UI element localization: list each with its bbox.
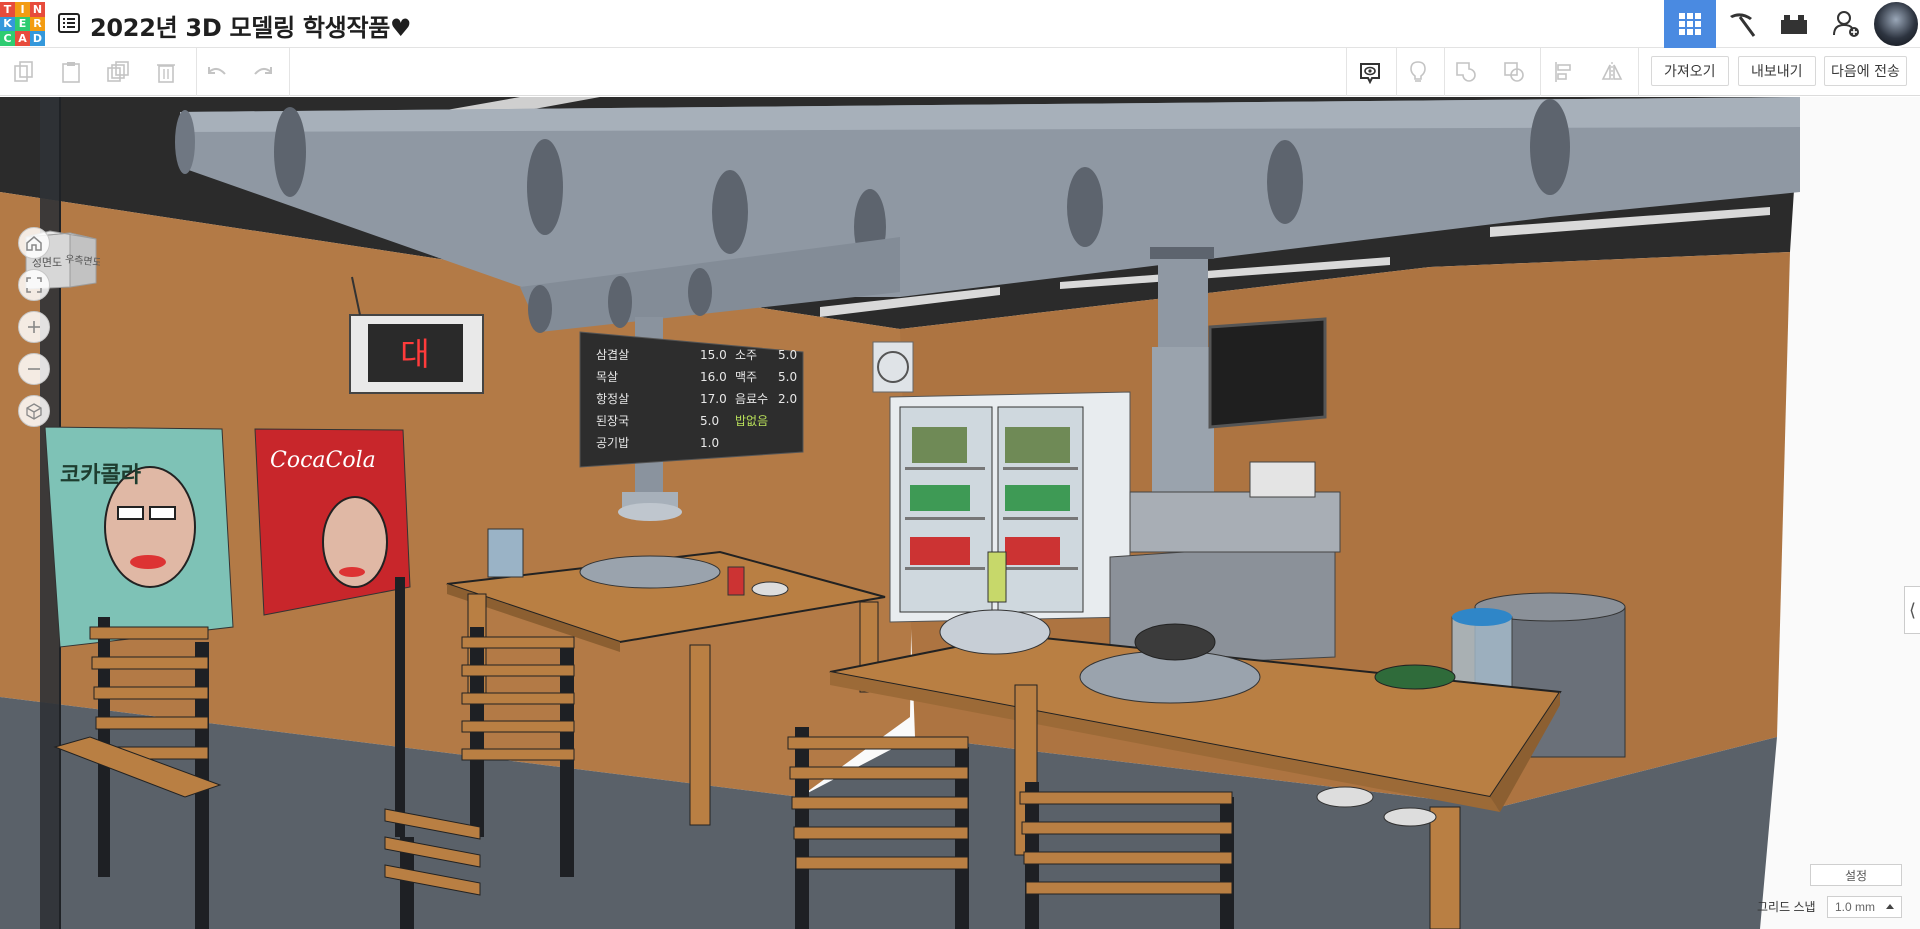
home-view-button[interactable] bbox=[18, 227, 50, 259]
menu-item-price: 15.0 bbox=[700, 348, 727, 362]
grid-snap-value: 1.0 mm bbox=[1835, 900, 1876, 914]
logo-letter: E bbox=[15, 16, 30, 32]
light-bulb-icon[interactable] bbox=[1404, 58, 1432, 86]
logo-letter: D bbox=[30, 31, 45, 46]
import-button[interactable]: 가져오기 bbox=[1651, 56, 1729, 86]
poster-right-text: CocaCola bbox=[270, 448, 376, 473]
grid-snap-select[interactable]: 1.0 mm bbox=[1827, 896, 1902, 918]
menu-item-name: 삼겹살 bbox=[596, 348, 629, 362]
zoom-in-icon bbox=[28, 321, 40, 333]
logo-letter: I bbox=[15, 2, 30, 17]
top-header: TINKERCAD 2022년 3D 모델링 학생작품♥ bbox=[0, 0, 1920, 48]
perspective-button[interactable] bbox=[18, 395, 50, 427]
zoom-out-button[interactable] bbox=[18, 353, 50, 385]
add-user-icon[interactable] bbox=[1820, 0, 1872, 48]
menu-item-name: 음료수 bbox=[735, 392, 768, 406]
duplicate-icon[interactable] bbox=[104, 58, 132, 86]
settings-button[interactable]: 설정 bbox=[1810, 864, 1902, 886]
logo-letter: R bbox=[30, 16, 45, 32]
zoom-out-icon bbox=[28, 368, 40, 370]
profile-avatar[interactable] bbox=[1872, 0, 1920, 48]
menu-item-price: 5.0 bbox=[778, 370, 797, 384]
group-icon[interactable] bbox=[1500, 58, 1528, 86]
design-list-icon[interactable] bbox=[58, 13, 80, 33]
align-icon[interactable] bbox=[1550, 58, 1578, 86]
shape-icon[interactable] bbox=[1452, 58, 1480, 86]
bricks-icon[interactable] bbox=[1768, 0, 1820, 48]
tinkercad-logo[interactable]: TINKERCAD bbox=[0, 2, 45, 46]
caret-up-icon bbox=[1886, 904, 1894, 909]
menu-item-name: 소주 bbox=[735, 348, 757, 362]
redo-icon[interactable] bbox=[249, 58, 277, 86]
logo-letter: K bbox=[0, 16, 15, 32]
sign-text: 대 bbox=[400, 335, 429, 373]
poster-left-text: 코카콜라 bbox=[60, 463, 142, 488]
chevron-left-icon: ⟨ bbox=[1908, 599, 1917, 620]
fit-view-button[interactable] bbox=[18, 269, 50, 301]
menu-item-price: 16.0 bbox=[700, 370, 727, 384]
menu-item-name: 목살 bbox=[596, 370, 618, 384]
workplane-viewport[interactable]: 대 삼겹살 15.0 소주 5.0 목살 16.0 맥주 5.0 항정살 17.0 음료수 2.0 된장… bbox=[0, 97, 1920, 929]
poster-right: CocaCola bbox=[254, 428, 411, 616]
grid-view-icon[interactable] bbox=[1664, 0, 1716, 48]
logo-letter: C bbox=[0, 31, 15, 46]
grid-snap-label: 그리드 스냅 bbox=[1757, 900, 1816, 914]
fit-view-icon bbox=[26, 277, 42, 293]
zoom-in-button[interactable] bbox=[18, 311, 50, 343]
send-to-button[interactable]: 다음에 전송 bbox=[1824, 56, 1907, 86]
home-icon bbox=[26, 236, 42, 251]
logo-letter: A bbox=[15, 31, 30, 46]
copy-icon[interactable] bbox=[10, 58, 38, 86]
menu-item-price: 1.0 bbox=[700, 436, 719, 450]
panel-collapse-handle[interactable]: ⟨ bbox=[1904, 586, 1920, 634]
export-button[interactable]: 내보내기 bbox=[1738, 56, 1816, 86]
avatar[interactable] bbox=[1872, 0, 1920, 48]
3d-scene[interactable]: 대 삼겹살 15.0 소주 5.0 목살 16.0 맥주 5.0 항정살 17.0 음료수 2.0 된장… bbox=[0, 97, 1920, 929]
menu-item-name: 된장국 bbox=[596, 414, 629, 428]
design-title[interactable]: 2022년 3D 모델링 학생작품♥ bbox=[90, 8, 412, 43]
notes-icon[interactable] bbox=[1356, 58, 1384, 86]
menu-item-name: 공기밥 bbox=[596, 436, 629, 450]
logo-letter: T bbox=[0, 2, 15, 17]
delete-icon[interactable] bbox=[152, 58, 180, 86]
poster-left: 코카콜라 bbox=[44, 426, 234, 648]
menu-item-price: 17.0 bbox=[700, 392, 727, 406]
edit-toolbar: 가져오기 내보내기 다음에 전송 bbox=[0, 48, 1920, 96]
mirror-icon[interactable] bbox=[1598, 58, 1626, 86]
perspective-icon bbox=[26, 403, 42, 420]
menu-item-price: 5.0 bbox=[700, 414, 719, 428]
beverage-fridge bbox=[889, 391, 1131, 623]
menu-item-price: 2.0 bbox=[778, 392, 797, 406]
menu-item-name: 밥없음 bbox=[735, 414, 768, 428]
paste-icon[interactable] bbox=[57, 58, 85, 86]
pickaxe-icon[interactable] bbox=[1716, 0, 1768, 48]
menu-board: 삼겹살 15.0 소주 5.0 목살 16.0 맥주 5.0 항정살 17.0 음료수 2.0 된장국 5… bbox=[579, 331, 804, 468]
undo-icon[interactable] bbox=[203, 58, 231, 86]
menu-item-name: 항정살 bbox=[596, 392, 629, 406]
menu-item-name: 맥주 bbox=[735, 370, 757, 384]
menu-item-price: 5.0 bbox=[778, 348, 797, 362]
logo-letter: N bbox=[30, 2, 45, 17]
